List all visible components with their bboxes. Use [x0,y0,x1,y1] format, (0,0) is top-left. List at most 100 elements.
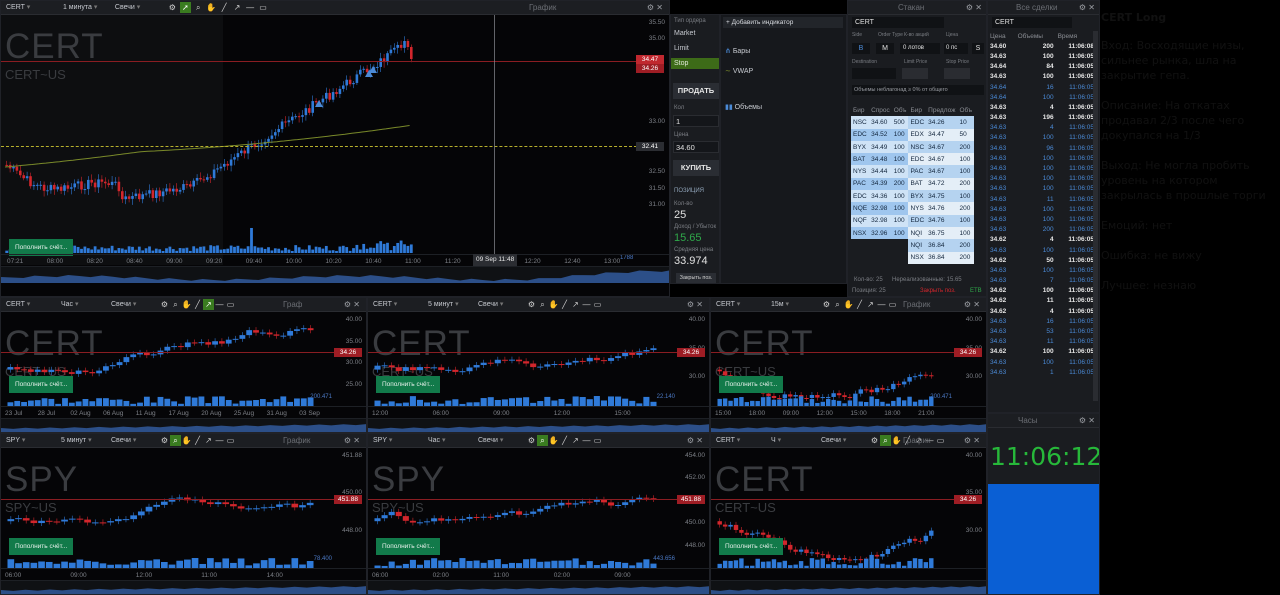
interval-select[interactable]: Час [428,434,478,447]
deposit-button[interactable]: Пополнить счёт... [376,538,441,555]
zoom-icon[interactable]: ⌕ [880,435,891,446]
price-input[interactable]: 34.60 [673,141,719,153]
depth-row[interactable]: NSX 36.84 200 [851,251,975,264]
hand-icon[interactable]: ✋ [548,435,559,446]
interval-select[interactable]: 1 минута [63,1,113,14]
arrow-tool-icon[interactable]: ↗ [203,435,214,446]
clock-controls[interactable]: ⚙ ✕ [1079,414,1095,428]
deposit-button[interactable]: Пополнить счёт... [719,538,784,555]
zoom-icon[interactable]: ⌕ [170,435,181,446]
interval-select[interactable]: 5 минут [428,298,478,311]
interval-select[interactable]: Час [61,298,111,311]
mini-candles[interactable] [711,312,956,408]
type-select[interactable]: M [876,43,894,54]
depth-row[interactable]: NQF 32.98 100 EDC 34.76 100 [851,214,975,227]
depth-row[interactable]: EDC 34.36 100 BYX 34.75 100 [851,190,975,203]
interval-select[interactable]: 5 минут [61,434,111,447]
hand-icon[interactable]: ✋ [181,299,192,310]
hand-icon[interactable]: ✋ [843,299,854,310]
buy-button[interactable]: КУПИТЬ [673,160,719,176]
hand-icon[interactable]: ✋ [891,435,902,446]
sell-button[interactable]: ПРОДАТЬ [673,83,719,99]
depth-row[interactable]: BYX 34.49 100 NSC 34.67 200 [851,140,975,154]
indicator-volume[interactable]: ▮▮ Объемы [725,103,762,111]
arrow-tool-icon[interactable]: ↗ [203,299,214,310]
chart-scroller[interactable] [1,580,366,594]
depth-row[interactable]: NQI 36.84 200 [851,239,975,252]
rect-tool-icon[interactable]: ▭ [592,299,603,310]
zoom-icon[interactable]: ⌕ [832,299,843,310]
zoom-icon[interactable]: ⌕ [537,435,548,446]
hline-tool-icon[interactable]: — [214,299,225,310]
window-controls[interactable]: ⚙ ✕ [964,434,980,448]
depth-row[interactable]: PAC 34.39 200 BAT 34.72 200 [851,177,975,191]
rect-tool-icon[interactable]: ▭ [592,435,603,446]
symbol-select[interactable]: CERT [711,298,771,311]
chart-scroller[interactable] [1,418,366,432]
settings-icon[interactable]: ⚙ [159,299,170,310]
symbol-select[interactable]: SPY [1,434,61,447]
ts-controls[interactable]: ⚙ ✕ [1079,1,1095,15]
chart-scroller[interactable] [1,266,669,283]
tif-select[interactable]: S [972,43,984,54]
zoom-icon[interactable]: ⌕ [193,2,204,13]
chart-scroller[interactable] [711,580,986,594]
chart-type-select[interactable]: Свечи [478,434,526,447]
line-tool-icon[interactable]: ╱ [219,2,230,13]
line-tool-icon[interactable]: ╱ [192,435,203,446]
rect-tool-icon[interactable]: ▭ [258,2,269,13]
arrow-tool-icon[interactable]: ↗ [570,299,581,310]
level2-symbol-input[interactable]: CERT [852,17,944,28]
hand-icon[interactable]: ✋ [181,435,192,446]
depth-row[interactable]: NSC 34.60 500 EDC 34.26 10 [851,116,975,129]
arrow-tool-icon[interactable]: ↗ [570,435,581,446]
rect-tool-icon[interactable]: ▭ [225,299,236,310]
main-candles[interactable] [1,15,637,279]
volume-filter[interactable]: Объемы неблагонад ≥ 0% от общего [852,85,984,95]
rect-tool-icon[interactable]: ▭ [887,299,898,310]
indicator-bars[interactable]: ⋔ Бары [725,47,750,55]
symbol-select[interactable]: SPY [368,434,428,447]
hand-icon[interactable]: ✋ [206,2,217,13]
depth-row[interactable]: NQE 32.98 100 NYS 34.76 200 [851,202,975,215]
hline-tool-icon[interactable]: — [876,299,887,310]
depth-row[interactable]: NYS 34.44 100 PAC 34.67 100 [851,165,975,178]
symbol-select[interactable]: CERT [1,1,61,14]
window-controls[interactable]: ⚙ ✕ [687,434,703,448]
chart-type-select[interactable]: Свечи [478,298,526,311]
depth-row[interactable]: EDC 34.52 100 EDX 34.47 50 [851,128,975,141]
deposit-button[interactable]: Пополнить счёт... [9,538,74,555]
line-tool-icon[interactable]: ╱ [854,299,865,310]
zoom-icon[interactable]: ⌕ [170,299,181,310]
depth-row[interactable]: BAT 34.48 100 EDC 34.67 100 [851,153,975,166]
settings-icon[interactable]: ⚙ [821,299,832,310]
window-controls[interactable]: ⚙ ✕ [344,434,360,448]
limit-price-field[interactable] [902,68,928,79]
add-indicator-button[interactable]: + Добавить индикатор [723,17,843,28]
mini-candles[interactable] [1,312,336,408]
symbol-select[interactable]: CERT [368,298,428,311]
chart-scroller[interactable] [711,418,986,432]
symbol-select[interactable]: CERT [1,298,61,311]
line-tool-icon[interactable]: ╱ [559,435,570,446]
depth-row[interactable]: NSX 32.96 100 NQI 36.75 100 [851,226,975,240]
ts-symbol-input[interactable]: CERT [992,17,1072,28]
interval-select[interactable]: Ч [771,434,821,447]
destination-select[interactable] [852,68,896,79]
chart-scroller[interactable] [368,580,709,594]
arrow-tool-icon[interactable]: ↗ [865,299,876,310]
symbol-select[interactable]: CERT [711,434,771,447]
qty-field[interactable]: 0 лотов [900,43,940,54]
settings-icon[interactable]: ⚙ [159,435,170,446]
zoom-icon[interactable]: ⌕ [537,299,548,310]
order-type-stop[interactable]: Stop [671,58,719,69]
settings-icon[interactable]: ⚙ [526,299,537,310]
window-controls[interactable]: ⚙ ✕ [344,298,360,312]
indicator-vwap[interactable]: ∼ VWAP [725,67,753,75]
order-type-limit[interactable]: Limit [671,43,719,54]
chart-type-select[interactable]: Свечи [111,298,159,311]
qty-input[interactable]: 1 [673,115,719,127]
rect-tool-icon[interactable]: ▭ [935,435,946,446]
hline-tool-icon[interactable]: — [214,435,225,446]
settings-icon[interactable]: ⚙ [869,435,880,446]
